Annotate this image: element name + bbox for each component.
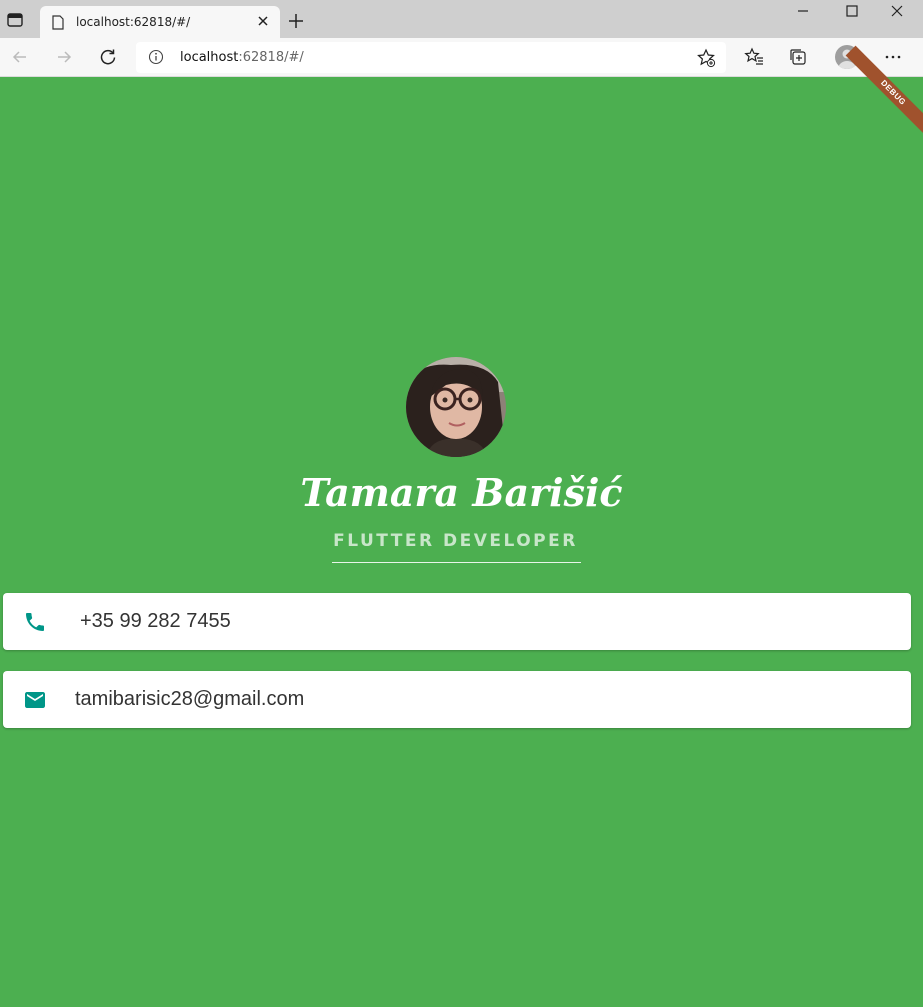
phone-icon — [26, 613, 44, 631]
tab-title: localhost:62818/#/ — [76, 15, 191, 29]
minimize-icon[interactable] — [796, 4, 810, 18]
url-text: localhost:62818/#/ — [180, 50, 304, 65]
profile-photo — [406, 357, 506, 457]
divider — [332, 562, 581, 563]
collections-icon[interactable] — [788, 47, 808, 67]
profile-role: FLUTTER DEVELOPER — [333, 531, 578, 551]
phone-card[interactable]: +35 99 282 7455 — [3, 593, 911, 650]
maximize-icon[interactable] — [845, 4, 859, 18]
tab-actions-icon[interactable] — [7, 13, 23, 27]
more-options-icon[interactable] — [883, 47, 903, 67]
close-tab-icon[interactable] — [256, 14, 270, 28]
window-close-icon[interactable] — [890, 4, 904, 18]
browser-tab[interactable]: localhost:62818/#/ — [40, 6, 280, 38]
favorites-icon[interactable] — [744, 47, 764, 67]
info-icon[interactable] — [148, 49, 164, 65]
browser-tab-bar: localhost:62818/#/ — [0, 0, 923, 38]
refresh-icon[interactable] — [98, 47, 118, 67]
back-icon[interactable] — [10, 47, 30, 67]
phone-number: +35 99 282 7455 — [80, 610, 231, 632]
address-bar[interactable]: localhost:62818/#/ — [136, 42, 726, 73]
new-tab-icon[interactable] — [287, 12, 305, 30]
email-icon — [25, 692, 45, 708]
profile-name: Tamara Barišić — [300, 470, 623, 515]
add-favorite-icon[interactable] — [696, 48, 716, 68]
forward-icon[interactable] — [54, 47, 74, 67]
page-icon — [52, 15, 64, 30]
browser-toolbar: localhost:62818/#/ — [0, 38, 923, 77]
email-address: tamibarisic28@gmail.com — [75, 688, 305, 710]
email-card[interactable]: tamibarisic28@gmail.com — [3, 671, 911, 728]
